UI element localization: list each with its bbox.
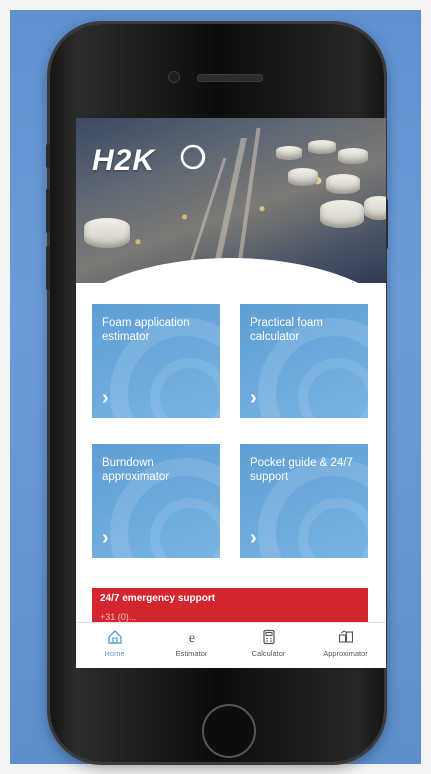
- emergency-phone: +31 (0)...: [100, 612, 137, 622]
- svg-text:e: e: [188, 631, 194, 645]
- tile-burndown-approximator[interactable]: Burndown approximator ›: [92, 444, 220, 558]
- tab-home[interactable]: Home: [76, 623, 153, 668]
- tab-approximator[interactable]: Approximator: [307, 623, 384, 668]
- tile-label: Pocket guide & 24/7 support: [250, 457, 353, 483]
- logo-swoosh-icon: [180, 144, 206, 170]
- estimator-icon: e: [188, 631, 194, 645]
- tab-calculator[interactable]: Calculator: [230, 623, 307, 668]
- chevron-right-icon: ›: [250, 527, 257, 549]
- volume-down-button: [46, 246, 50, 290]
- chevron-right-icon: ›: [250, 387, 257, 409]
- chevron-right-icon: ›: [102, 527, 109, 549]
- tile-label: Foam application estimator: [102, 317, 190, 343]
- mute-switch: [46, 144, 50, 168]
- earpiece-speaker: [197, 74, 263, 82]
- tile-label: Burndown approximator: [102, 457, 170, 483]
- brand-logo: H2K: [92, 144, 156, 177]
- tile-foam-application-estimator[interactable]: Foam application estimator ›: [92, 304, 220, 418]
- tile-practical-foam-calculator[interactable]: Practical foam calculator ›: [240, 304, 368, 418]
- chevron-right-icon: ›: [102, 387, 109, 409]
- calculator-icon: [262, 629, 275, 645]
- tab-approximator-label: Approximator: [323, 649, 368, 658]
- emergency-support-banner[interactable]: 24/7 emergency support +31 (0)...: [92, 588, 368, 626]
- home-button[interactable]: [202, 704, 256, 758]
- emergency-title: 24/7 emergency support: [100, 593, 216, 604]
- app-screen: H2K Foam application estimator › Practic…: [76, 118, 386, 668]
- tab-calculator-label: Calculator: [251, 649, 286, 658]
- tab-estimator-label: Estimator: [175, 649, 208, 658]
- tile-pocket-guide-support[interactable]: Pocket guide & 24/7 support ›: [240, 444, 368, 558]
- home-icon: [107, 630, 122, 644]
- bottom-tab-bar: Home e Estimator Calculator Approximator: [76, 622, 386, 668]
- tab-home-label: Home: [104, 649, 125, 658]
- tab-estimator[interactable]: e Estimator: [153, 623, 230, 668]
- tile-label: Practical foam calculator: [250, 317, 323, 343]
- front-camera: [168, 71, 180, 83]
- volume-up-button: [46, 189, 50, 233]
- approximator-icon: [338, 630, 353, 643]
